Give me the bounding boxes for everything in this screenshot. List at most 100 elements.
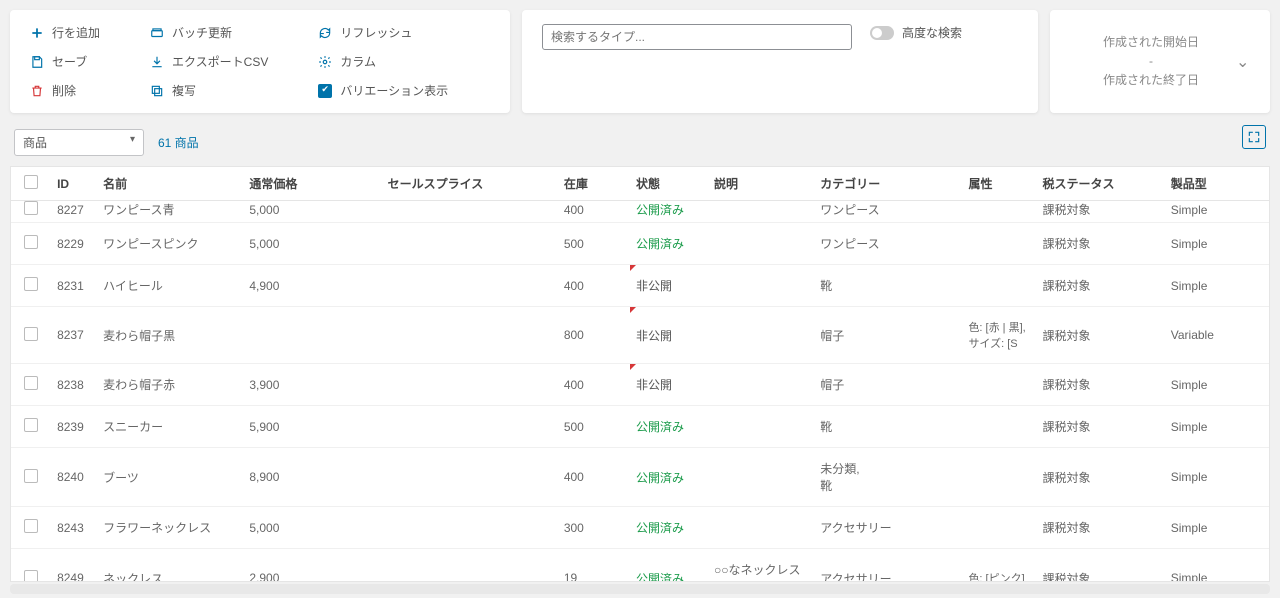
cell-price[interactable]: 5,000	[243, 507, 381, 549]
リフレッシュ-button[interactable]: リフレッシュ	[318, 24, 448, 41]
cell-price[interactable]: 2,900	[243, 549, 381, 581]
cell-type[interactable]: Simple	[1165, 364, 1269, 406]
col-stock[interactable]: 在庫	[558, 167, 630, 201]
cell-tax[interactable]: 課税対象	[1037, 507, 1165, 549]
cell-sale[interactable]	[382, 448, 558, 507]
cell-type[interactable]: Simple	[1165, 265, 1269, 307]
cell-desc[interactable]: ○○なネックレスです。	[708, 549, 814, 581]
cell-name[interactable]: ワンピース青	[97, 201, 243, 223]
table-row[interactable]: 8229 ワンピースピンク 5,000 500 公開済み ワンピース 課税対象 …	[11, 223, 1269, 265]
cell-type[interactable]: Variable	[1165, 307, 1269, 364]
col-price[interactable]: 通常価格	[243, 167, 381, 201]
cell-id[interactable]: 8237	[51, 307, 97, 364]
cell-tax[interactable]: 課税対象	[1037, 364, 1165, 406]
col-attr[interactable]: 属性	[962, 167, 1036, 201]
cell-id[interactable]: 8227	[51, 201, 97, 223]
row-checkbox[interactable]	[24, 235, 38, 249]
セーブ-button[interactable]: セーブ	[30, 53, 100, 70]
cell-id[interactable]: 8243	[51, 507, 97, 549]
row-checkbox[interactable]	[24, 327, 38, 341]
cell-stock[interactable]: 400	[558, 265, 630, 307]
cell-desc[interactable]	[708, 201, 814, 223]
cell-type[interactable]: Simple	[1165, 549, 1269, 581]
cell-sale[interactable]	[382, 364, 558, 406]
col-id[interactable]: ID	[51, 167, 97, 201]
cell-attr[interactable]	[962, 201, 1036, 223]
cell-status[interactable]: 公開済み	[630, 448, 708, 507]
cell-tax[interactable]: 課税対象	[1037, 448, 1165, 507]
エクスポートCSV-button[interactable]: エクスポートCSV	[150, 53, 268, 70]
cell-name[interactable]: 麦わら帽子赤	[97, 364, 243, 406]
cell-price[interactable]: 3,900	[243, 364, 381, 406]
cell-attr[interactable]	[962, 265, 1036, 307]
cell-desc[interactable]	[708, 223, 814, 265]
cell-desc[interactable]	[708, 406, 814, 448]
cell-id[interactable]: 8240	[51, 448, 97, 507]
複写-button[interactable]: 複写	[150, 82, 268, 99]
cell-attr[interactable]: 色: [赤 | 黒], サイズ: [S	[962, 307, 1036, 364]
advanced-search-toggle[interactable]	[870, 26, 894, 40]
cell-tax[interactable]: 課税対象	[1037, 223, 1165, 265]
cell-type[interactable]: Simple	[1165, 223, 1269, 265]
cell-name[interactable]: ブーツ	[97, 448, 243, 507]
cell-price[interactable]: 4,900	[243, 265, 381, 307]
row-checkbox[interactable]	[24, 201, 38, 215]
cell-desc[interactable]	[708, 265, 814, 307]
行を追加-button[interactable]: 行を追加	[30, 24, 100, 41]
cell-id[interactable]: 8229	[51, 223, 97, 265]
table-row[interactable]: 8238 麦わら帽子赤 3,900 400 非公開 帽子 課税対象 Simple	[11, 364, 1269, 406]
cell-stock[interactable]: 300	[558, 507, 630, 549]
cell-tax[interactable]: 課税対象	[1037, 265, 1165, 307]
table-row[interactable]: 8237 麦わら帽子黒 800 非公開 帽子 色: [赤 | 黒], サイズ: …	[11, 307, 1269, 364]
バリエーション表示-button[interactable]: バリエーション表示	[318, 82, 448, 99]
cell-attr[interactable]: 色: [ピンク]	[962, 549, 1036, 581]
cell-attr[interactable]	[962, 406, 1036, 448]
削除-button[interactable]: 削除	[30, 82, 100, 99]
row-checkbox[interactable]	[24, 570, 38, 582]
cell-id[interactable]: 8249	[51, 549, 97, 581]
cell-type[interactable]: Simple	[1165, 448, 1269, 507]
cell-id[interactable]: 8238	[51, 364, 97, 406]
cell-attr[interactable]	[962, 448, 1036, 507]
row-checkbox[interactable]	[24, 418, 38, 432]
row-checkbox[interactable]	[24, 376, 38, 390]
cell-status[interactable]: 公開済み	[630, 406, 708, 448]
cell-tax[interactable]: 課税対象	[1037, 406, 1165, 448]
col-status[interactable]: 状態	[630, 167, 708, 201]
select-all-checkbox[interactable]	[24, 175, 38, 189]
cell-price[interactable]: 5,900	[243, 406, 381, 448]
cell-tax[interactable]: 課税対象	[1037, 307, 1165, 364]
col-sale[interactable]: セールスプライス	[382, 167, 558, 201]
cell-price[interactable]: 5,000	[243, 223, 381, 265]
cell-desc[interactable]	[708, 507, 814, 549]
cell-desc[interactable]	[708, 364, 814, 406]
table-row[interactable]: 8231 ハイヒール 4,900 400 非公開 靴 課税対象 Simple	[11, 265, 1269, 307]
search-input[interactable]	[542, 24, 852, 50]
cell-sale[interactable]	[382, 265, 558, 307]
entity-type-dropdown[interactable]: 商品	[14, 129, 144, 156]
cell-name[interactable]: スニーカー	[97, 406, 243, 448]
row-checkbox[interactable]	[24, 519, 38, 533]
col-tax[interactable]: 税ステータス	[1037, 167, 1165, 201]
col-desc[interactable]: 説明	[708, 167, 814, 201]
cell-type[interactable]: Simple	[1165, 406, 1269, 448]
product-count[interactable]: 61 商品	[158, 134, 199, 151]
cell-desc[interactable]	[708, 307, 814, 364]
cell-attr[interactable]	[962, 507, 1036, 549]
table-row[interactable]: 8243 フラワーネックレス 5,000 300 公開済み アクセサリー 課税対…	[11, 507, 1269, 549]
cell-stock[interactable]: 500	[558, 223, 630, 265]
cell-tax[interactable]: 課税対象	[1037, 201, 1165, 223]
cell-stock[interactable]: 500	[558, 406, 630, 448]
col-cat[interactable]: カテゴリー	[814, 167, 962, 201]
cell-stock[interactable]: 800	[558, 307, 630, 364]
cell-stock[interactable]: 400	[558, 201, 630, 223]
cell-sale[interactable]	[382, 507, 558, 549]
cell-sale[interactable]	[382, 549, 558, 581]
cell-status[interactable]: 非公開	[630, 307, 708, 364]
horizontal-scrollbar[interactable]	[10, 584, 1270, 594]
cell-cat[interactable]: 帽子	[814, 307, 962, 364]
cell-stock[interactable]: 400	[558, 448, 630, 507]
cell-sale[interactable]	[382, 307, 558, 364]
cell-attr[interactable]	[962, 364, 1036, 406]
variation-checkbox-icon[interactable]	[318, 84, 332, 98]
